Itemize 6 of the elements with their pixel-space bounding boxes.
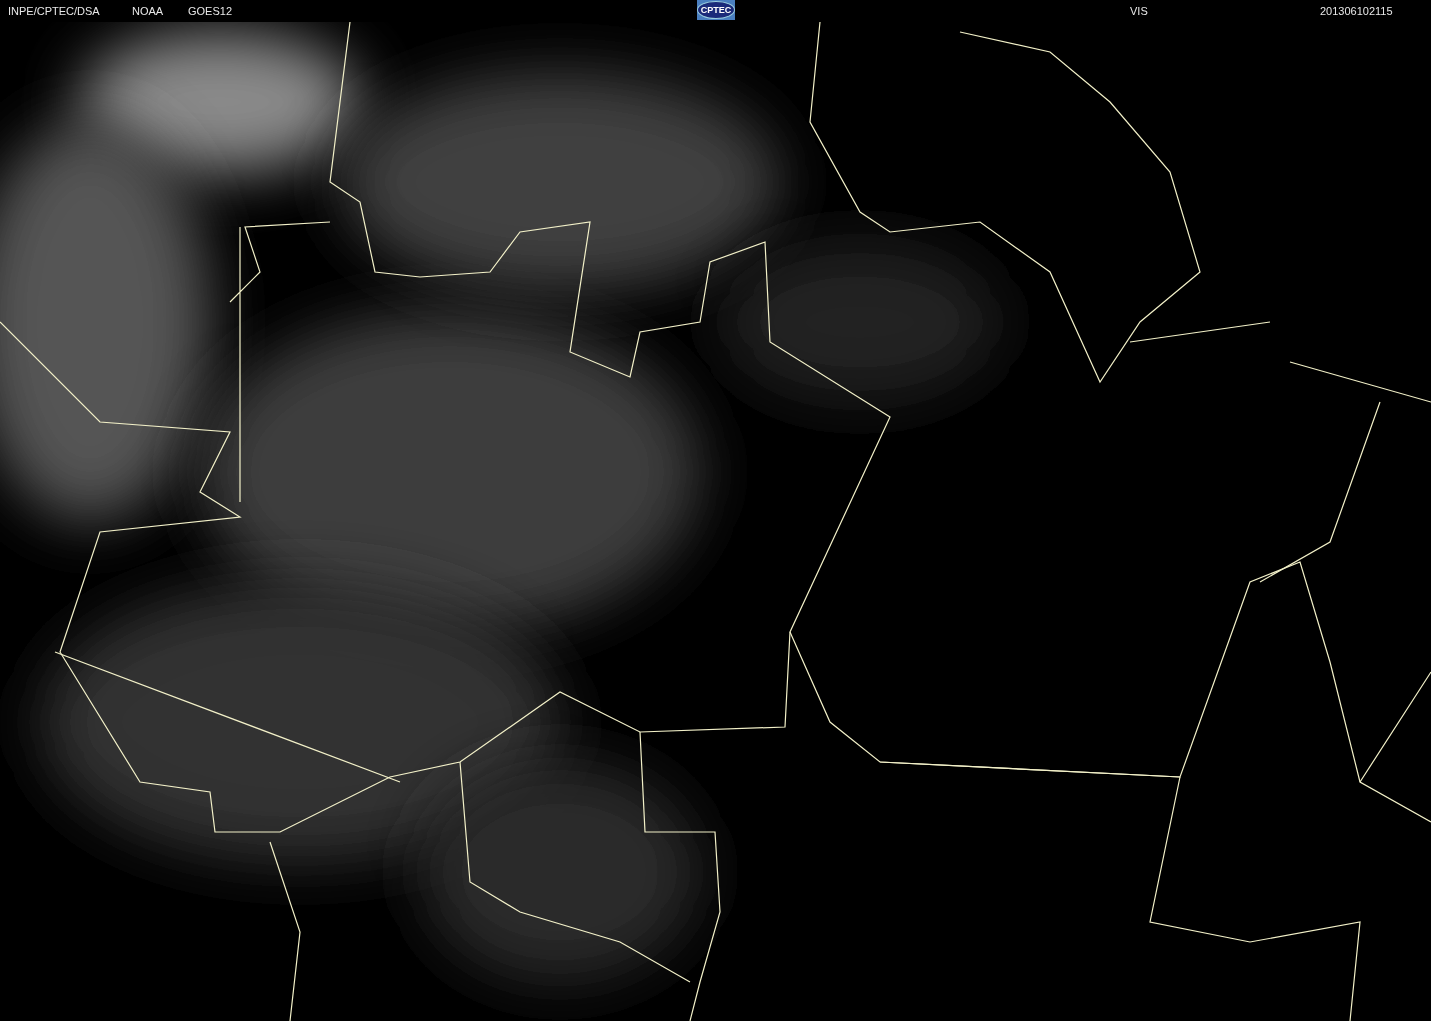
source-label: INPE/CPTEC/DSA (8, 5, 101, 17)
timestamp-label: 201306102115 (1320, 5, 1394, 17)
channel-label: VIS (1130, 5, 1149, 17)
agency-label: NOAA (132, 5, 165, 17)
satellite-label: GOES12 (188, 5, 234, 17)
logo-badge: CPTEC (697, 0, 735, 20)
